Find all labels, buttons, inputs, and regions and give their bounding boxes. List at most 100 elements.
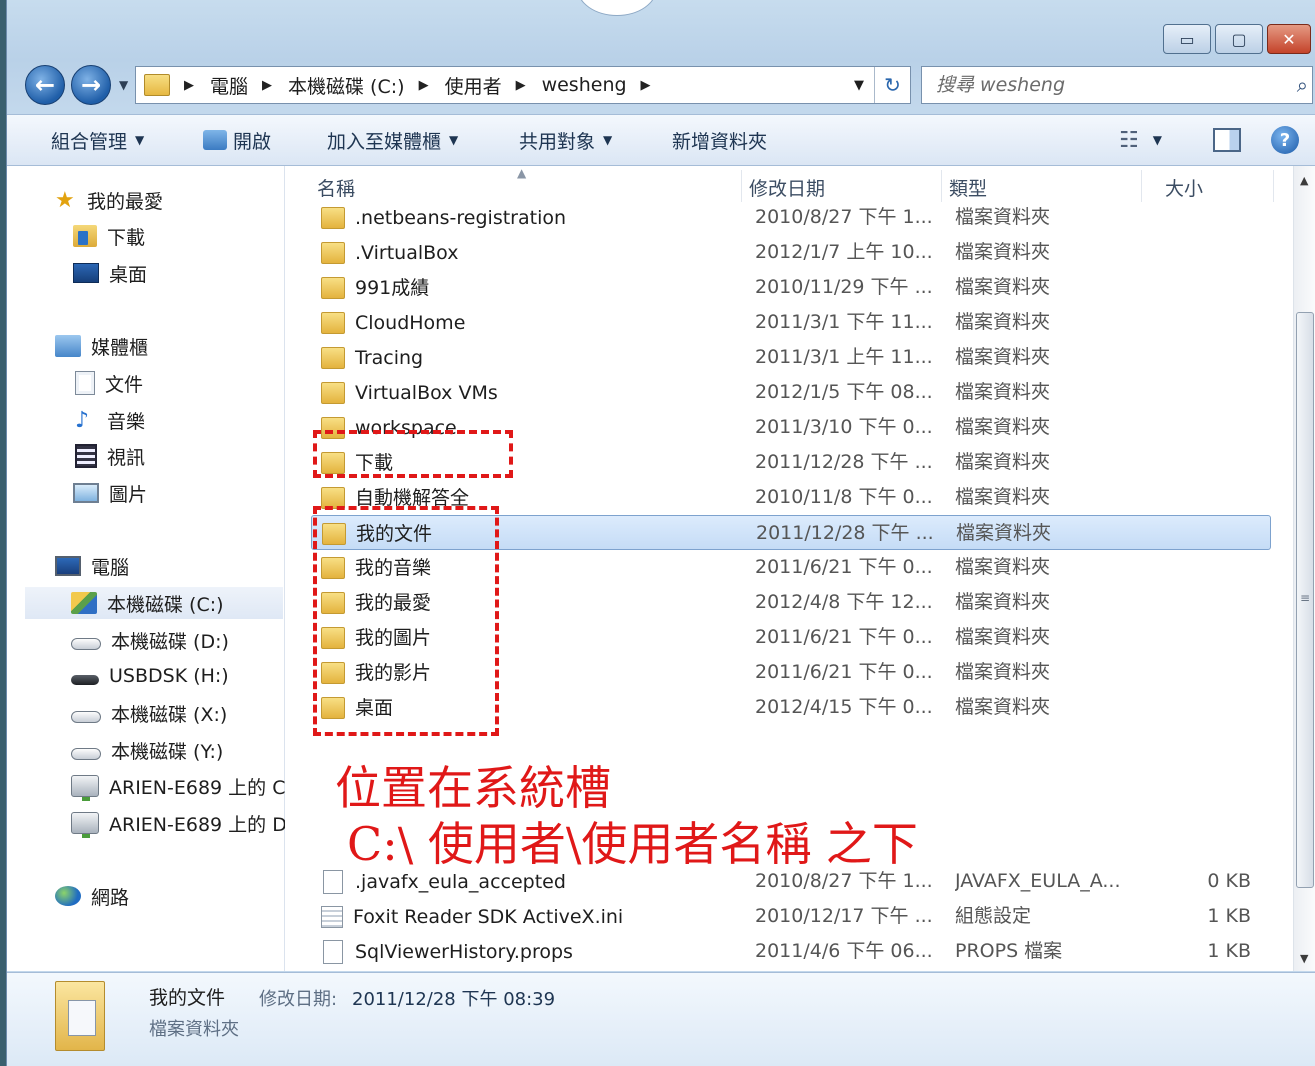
breadcrumb-separator-icon[interactable]: ▶: [262, 78, 272, 93]
scroll-up-arrow-icon[interactable]: ▲: [1300, 174, 1308, 187]
scroll-down-arrow-icon[interactable]: ▼: [1300, 952, 1308, 965]
table-row[interactable]: 991成績 2010/11/29 下午 ... 檔案資料夾: [311, 270, 1271, 305]
file-name-cell: VirtualBox VMs: [321, 375, 741, 410]
sidebar-item-network-drive-d[interactable]: ARIEN-E689 上的 D: [71, 807, 285, 839]
file-date: 2011/3/1 下午 11...: [755, 311, 933, 333]
explorer-window: ▭ ▢ ✕ ← → ▼ ▶ 電腦 ▶ 本機磁碟 (C:) ▶ 使用者 ▶ wes…: [6, 0, 1315, 1066]
scrollbar-thumb[interactable]: ≡: [1296, 312, 1314, 888]
sidebar-libraries[interactable]: 媒體櫃: [55, 330, 148, 362]
sidebar-item-pictures[interactable]: 圖片: [73, 477, 147, 509]
back-button[interactable]: ←: [25, 65, 65, 105]
forward-button[interactable]: →: [71, 65, 111, 105]
file-icon: [321, 905, 343, 928]
share-with-button[interactable]: 共用對象 ▼: [519, 127, 612, 154]
recent-pages-dropdown[interactable]: ▼: [119, 78, 128, 92]
column-header-name[interactable]: 名稱: [317, 174, 355, 201]
file-type: 檔案資料夾: [955, 486, 1051, 508]
new-folder-label: 新增資料夾: [672, 130, 768, 153]
sidebar-item-usb-h[interactable]: USBDSK (H:): [71, 660, 229, 692]
sidebar-label: 媒體櫃: [91, 336, 149, 359]
file-size: [1150, 516, 1252, 551]
file-icon: [323, 869, 343, 894]
table-row[interactable]: VirtualBox VMs 2012/1/5 下午 08... 檔案資料夾: [311, 375, 1271, 410]
sidebar-label: 本機磁碟 (D:): [111, 630, 229, 653]
folder-icon: [321, 381, 345, 404]
document-icon: [75, 371, 95, 395]
file-name-cell: .VirtualBox: [321, 235, 741, 270]
preview-pane-button[interactable]: [1213, 128, 1241, 152]
address-bar[interactable]: ▶ 電腦 ▶ 本機磁碟 (C:) ▶ 使用者 ▶ wesheng ▶ ▼ ↻: [135, 66, 911, 104]
sidebar-item-drive-y[interactable]: 本機磁碟 (Y:): [71, 734, 223, 766]
organize-button[interactable]: 組合管理 ▼: [51, 127, 144, 154]
sidebar-item-downloads[interactable]: 下載: [73, 220, 145, 252]
table-row[interactable]: .VirtualBox 2012/1/7 上午 10... 檔案資料夾: [311, 235, 1271, 270]
file-type: 檔案資料夾: [955, 346, 1051, 368]
sidebar-item-documents[interactable]: 文件: [75, 367, 143, 399]
breadcrumb-wesheng[interactable]: wesheng: [542, 74, 627, 96]
search-input[interactable]: [922, 74, 1262, 96]
sidebar-network[interactable]: 網路: [55, 880, 129, 912]
sidebar-item-music[interactable]: ♪ 音樂: [75, 404, 145, 436]
sidebar-label: ARIEN-E689 上的 C: [109, 776, 285, 799]
close-button[interactable]: ✕: [1267, 24, 1311, 54]
highlight-box-user-folders: [313, 506, 499, 736]
sidebar-computer[interactable]: 電腦: [55, 550, 129, 582]
table-row[interactable]: CloudHome 2011/3/1 下午 11... 檔案資料夾: [311, 305, 1271, 340]
column-header-type[interactable]: 類型: [949, 174, 987, 201]
search-icon[interactable]: ⌕: [1297, 73, 1308, 97]
folder-icon: [321, 311, 345, 334]
file-date: 2012/1/5 下午 08...: [755, 381, 933, 403]
breadcrumb-users[interactable]: 使用者: [445, 72, 502, 99]
table-row[interactable]: .netbeans-registration 2010/8/27 下午 1... 檔…: [311, 200, 1271, 235]
chevron-down-icon: ▼: [1152, 133, 1162, 147]
file-size: 1 KB: [1207, 905, 1251, 927]
sidebar-label: 我的最愛: [87, 190, 164, 213]
file-date: 2011/4/6 下午 06...: [755, 940, 933, 962]
file-icon: [323, 939, 343, 964]
network-drive-icon: [71, 775, 99, 801]
column-header-size[interactable]: 大小: [1165, 174, 1203, 201]
library-icon: [55, 335, 81, 357]
file-date: 2011/6/21 下午 0...: [755, 626, 933, 648]
organize-label: 組合管理: [51, 130, 128, 153]
sidebar-label: ARIEN-E689 上的 D: [109, 813, 285, 836]
new-folder-button[interactable]: 新增資料夾: [672, 127, 767, 154]
breadcrumb-computer[interactable]: 電腦: [210, 72, 248, 99]
file-date: 2011/3/1 上午 11...: [755, 346, 933, 368]
sidebar-item-drive-x[interactable]: 本機磁碟 (X:): [71, 697, 227, 729]
vertical-scrollbar[interactable]: ▲ ≡ ▼: [1293, 166, 1315, 971]
breadcrumb-drive-c[interactable]: 本機磁碟 (C:): [288, 72, 405, 99]
minimize-button[interactable]: ▭: [1163, 24, 1211, 54]
change-view-button[interactable]: ☷ ▼: [1119, 128, 1162, 153]
table-row[interactable]: Foxit Reader SDK ActiveX.ini 2010/12/17 下…: [311, 899, 1271, 934]
sidebar-item-drive-c[interactable]: 本機磁碟 (C:): [25, 587, 283, 619]
breadcrumb-separator-icon[interactable]: ▶: [516, 78, 526, 93]
folder-icon: [321, 346, 345, 369]
file-size: [1149, 690, 1251, 725]
column-header-date[interactable]: 修改日期: [749, 174, 825, 201]
open-icon: [203, 130, 227, 150]
sidebar-favorites[interactable]: ★ 我的最愛: [55, 184, 163, 216]
column-divider[interactable]: [941, 170, 942, 202]
sidebar-item-drive-d[interactable]: 本機磁碟 (D:): [71, 624, 229, 656]
breadcrumb-separator-icon[interactable]: ▶: [419, 78, 429, 93]
column-divider[interactable]: [1141, 170, 1142, 202]
help-button[interactable]: ?: [1271, 126, 1299, 154]
table-row[interactable]: SqlViewerHistory.props 2011/4/6 下午 06... P…: [311, 934, 1271, 969]
address-row: ← → ▼ ▶ 電腦 ▶ 本機磁碟 (C:) ▶ 使用者 ▶ wesheng ▶…: [7, 62, 1315, 108]
open-button[interactable]: 開啟: [203, 127, 271, 154]
address-dropdown[interactable]: ▼: [844, 78, 874, 93]
maximize-button[interactable]: ▢: [1215, 24, 1263, 54]
table-row[interactable]: Tracing 2011/3/1 上午 11... 檔案資料夾: [311, 340, 1271, 375]
breadcrumb-separator-icon[interactable]: ▶: [641, 78, 651, 93]
file-size: [1149, 340, 1251, 375]
breadcrumb-separator-icon[interactable]: ▶: [184, 78, 194, 93]
sidebar-item-desktop[interactable]: 桌面: [73, 257, 147, 289]
refresh-icon[interactable]: ↻: [874, 67, 910, 103]
file-date: 2010/12/17 下午 ...: [755, 905, 933, 927]
sidebar-item-videos[interactable]: 視訊: [75, 440, 145, 472]
column-divider[interactable]: [741, 170, 742, 202]
sidebar-item-network-drive-c[interactable]: ARIEN-E689 上的 C: [71, 770, 285, 802]
column-divider[interactable]: [1273, 170, 1274, 202]
add-to-library-button[interactable]: 加入至媒體櫃 ▼: [327, 127, 458, 154]
